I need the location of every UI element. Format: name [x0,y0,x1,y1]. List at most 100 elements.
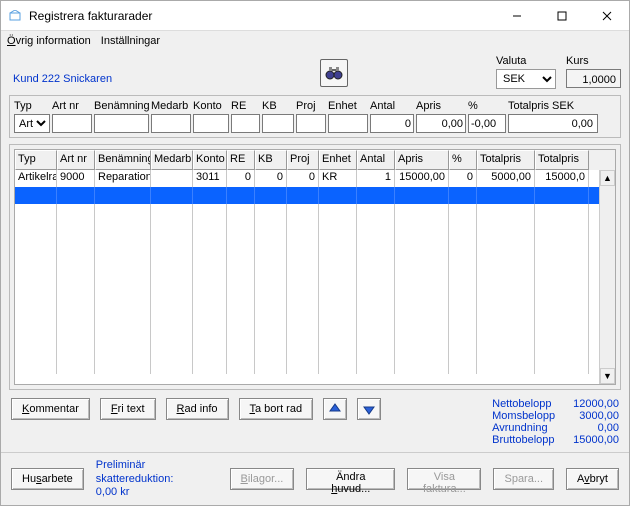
cell-artnr [57,187,95,204]
valuta-select[interactable]: SEK [496,69,556,89]
th-konto[interactable]: Konto [193,150,227,170]
th-totalpris2[interactable]: Totalpris [535,150,589,170]
entry-panel: Typ Art nr Benämning Medarb Konto RE KB … [9,95,621,138]
entry-konto-input[interactable] [193,114,229,133]
netto-value: 12000,00 [573,398,619,410]
table-row-empty[interactable] [15,221,599,238]
entry-hdr-artnr: Art nr [52,100,92,112]
scroll-up-icon[interactable]: ▲ [600,170,615,186]
cell-re [227,187,255,204]
cell-kb: 0 [255,170,287,187]
table-row-empty[interactable] [15,340,599,357]
arrow-up-icon [329,403,341,415]
maximize-button[interactable] [539,1,584,30]
arrow-down-icon [363,403,375,415]
menu-installningar[interactable]: Inställningar [101,35,160,47]
entry-proj-input[interactable] [296,114,326,133]
th-kb[interactable]: KB [255,150,287,170]
brutto-value: 15000,00 [573,434,619,446]
table-row-empty[interactable] [15,272,599,289]
entry-hdr-typ: Typ [14,100,50,112]
table-row-empty[interactable] [15,323,599,340]
menu-ovrig-information[interactable]: Övrig information [7,35,91,47]
entry-hdr-kb: KB [262,100,294,112]
cell-apris: 15000,00 [395,170,449,187]
th-enhet[interactable]: Enhet [319,150,357,170]
radinfo-button[interactable]: Rad info [166,398,229,420]
table-row[interactable] [15,187,599,204]
spara-button[interactable]: Spara... [493,468,554,490]
entry-enhet-input[interactable] [328,114,368,133]
avrundning-label: Avrundning [492,422,555,434]
scroll-down-icon[interactable]: ▼ [600,368,615,384]
top-row: Kund 222 Snickaren Valuta SEK Kurs 1,000… [1,53,629,95]
cell-kb [255,187,287,204]
table-row-empty[interactable] [15,289,599,306]
search-button[interactable] [320,59,348,87]
entry-antal-input[interactable] [370,114,414,133]
entry-hdr-antal: Antal [370,100,414,112]
entry-hdr-benamning: Benämning [94,100,149,112]
entry-typ-select[interactable]: Arti [14,114,50,133]
fritext-button[interactable]: Fri text [100,398,156,420]
th-typ[interactable]: Typ [15,150,57,170]
entry-hdr-totalpris: Totalpris SEK [508,100,598,112]
ta-bort-rad-button[interactable]: Ta bort rad [239,398,314,420]
close-button[interactable] [584,1,629,30]
entry-hdr-apris: Apris [416,100,466,112]
minimize-button[interactable] [494,1,539,30]
cell-enhet: KR [319,170,357,187]
binoculars-icon [325,66,343,80]
netto-label: Nettobelopp [492,398,555,410]
cell-pct [449,187,477,204]
th-benamning[interactable]: Benämning [95,150,151,170]
th-apris[interactable]: Apris [395,150,449,170]
th-medarb[interactable]: Medarb [151,150,193,170]
cell-totalpris [477,187,535,204]
bilagor-button[interactable]: Bilagor... [230,468,295,490]
kommentar-button[interactable]: Kommentar [11,398,90,420]
cell-pct: 0 [449,170,477,187]
table-row-empty[interactable] [15,204,599,221]
cell-proj [287,187,319,204]
table-row-empty[interactable] [15,357,599,374]
th-proj[interactable]: Proj [287,150,319,170]
cell-re: 0 [227,170,255,187]
th-artnr[interactable]: Art nr [57,150,95,170]
entry-hdr-proj: Proj [296,100,326,112]
cell-apris [395,187,449,204]
move-down-button[interactable] [357,398,381,420]
cell-medarb [151,187,193,204]
th-re[interactable]: RE [227,150,255,170]
move-up-button[interactable] [323,398,347,420]
entry-apris-input[interactable] [416,114,466,133]
husarbete-button[interactable]: Husarbete [11,468,84,490]
entry-artnr-input[interactable] [52,114,92,133]
entry-hdr-enhet: Enhet [328,100,368,112]
andra-huvud-button[interactable]: Ändra huvud... [306,468,395,490]
rows-grid: Typ Art nr Benämning Medarb Konto RE KB … [14,149,616,385]
entry-kb-input[interactable] [262,114,294,133]
cell-typ: Artikelra [15,170,57,187]
entry-re-input[interactable] [231,114,260,133]
entry-medarb-input[interactable] [151,114,191,133]
cell-totalpris: 5000,00 [477,170,535,187]
cell-konto: 3011 [193,170,227,187]
entry-benamning-input[interactable] [94,114,149,133]
entry-totalpris-value: 0,00 [508,114,598,133]
cell-totalpris2: 15000,0 [535,170,589,187]
avbryt-button[interactable]: Avbryt [566,468,619,490]
th-totalpris[interactable]: Totalpris [477,150,535,170]
th-antal[interactable]: Antal [357,150,395,170]
avrundning-value: 0,00 [573,422,619,434]
table-row-empty[interactable] [15,238,599,255]
table-row-empty[interactable] [15,255,599,272]
table-row-empty[interactable] [15,306,599,323]
kurs-label: Kurs [566,55,621,67]
entry-pct-input[interactable] [468,114,506,133]
visa-faktura-button[interactable]: Visa faktura... [407,468,481,490]
th-pct[interactable]: % [449,150,477,170]
vertical-scrollbar[interactable]: ▲ ▼ [599,170,615,384]
cell-benamning: Reparation [95,170,151,187]
table-row[interactable]: Artikelra9000Reparation3011000KR115000,0… [15,170,599,187]
